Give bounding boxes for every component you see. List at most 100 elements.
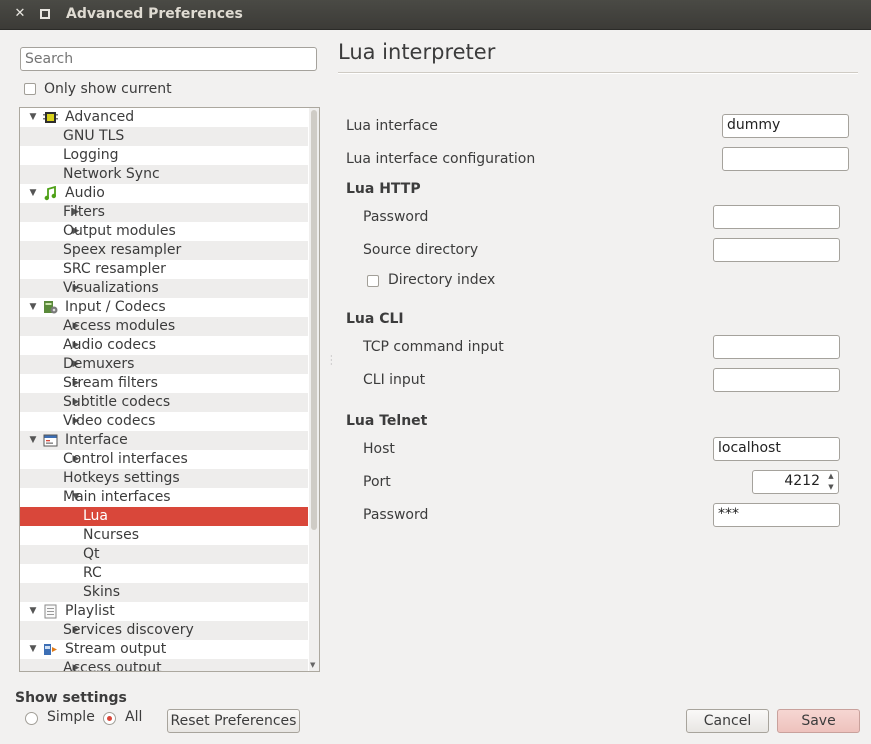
directory-index-checkbox[interactable] xyxy=(367,275,379,287)
category-tree[interactable]: ▼ Advanced GNU TLS Logging Network Sync ▼ Audi… xyxy=(19,107,320,672)
cli-input-field[interactable] xyxy=(713,368,840,392)
tree-item[interactable]: GNU TLS xyxy=(20,127,308,146)
lua-interface-field[interactable]: dummy xyxy=(722,114,849,138)
expanded-arrow-icon[interactable]: ▼ xyxy=(28,602,38,621)
tree-item-label: Stream filters xyxy=(63,375,158,391)
tree-item[interactable]: Qt xyxy=(20,545,308,564)
directory-index-label: Directory index xyxy=(388,272,496,288)
tree-item[interactable]: ▶ Filters xyxy=(20,203,308,222)
tree-item-label: Network Sync xyxy=(63,166,160,182)
telnet-password-field[interactable]: *** xyxy=(713,503,840,527)
tree-item[interactable]: ▶ Video codecs xyxy=(20,412,308,431)
expanded-arrow-icon[interactable]: ▼ xyxy=(28,108,38,127)
source-directory-label: Source directory xyxy=(363,242,479,258)
scroll-down-icon[interactable]: ▼ xyxy=(310,661,315,669)
http-password-field[interactable] xyxy=(713,205,840,229)
tree-item-label: Interface xyxy=(65,432,128,448)
tree-item[interactable]: ▶ Access output xyxy=(20,659,308,671)
tree-item-label: Skins xyxy=(83,584,121,600)
tcp-command-input-field[interactable] xyxy=(713,335,840,359)
tree-item[interactable]: ▶ Stream filters xyxy=(20,374,308,393)
tree-item-label: GNU TLS xyxy=(63,128,125,144)
tree-item[interactable]: ▶ Services discovery xyxy=(20,621,308,640)
lua-http-group-title: Lua HTTP xyxy=(346,181,421,197)
telnet-password-label: Password xyxy=(363,507,429,523)
tree-item[interactable]: ▼ Audio xyxy=(20,184,308,203)
tree-item[interactable]: ▶ Subtitle codecs xyxy=(20,393,308,412)
only-show-current-checkbox[interactable] xyxy=(24,83,36,95)
tree-item-label: Hotkeys settings xyxy=(63,470,180,486)
tree-item-label: Demuxers xyxy=(63,356,135,372)
expanded-arrow-icon[interactable]: ▼ xyxy=(28,298,38,317)
tree-item-label: Access modules xyxy=(63,318,176,334)
tree-item[interactable]: ▼ Stream output xyxy=(20,640,308,659)
tree-item-label: RC xyxy=(83,565,102,581)
tree-item[interactable]: Lua xyxy=(20,507,308,526)
tree-item[interactable]: ▶ Access modules xyxy=(20,317,308,336)
port-label: Port xyxy=(363,474,391,490)
all-radio[interactable] xyxy=(103,712,116,725)
page-title: Lua interpreter xyxy=(338,40,496,64)
tree-item[interactable]: ▶ Output modules xyxy=(20,222,308,241)
save-button[interactable]: Save xyxy=(777,709,860,733)
tree-item-label: Visualizations xyxy=(63,280,159,296)
chip-icon xyxy=(43,110,58,125)
tree-item-label: Advanced xyxy=(65,109,135,125)
tree-scrollbar-thumb[interactable] xyxy=(311,110,317,530)
tree-item[interactable]: ▼ Main interfaces xyxy=(20,488,308,507)
tree-item[interactable]: ▼ Input / Codecs xyxy=(20,298,308,317)
tree-item-label: Output modules xyxy=(63,223,176,239)
spin-arrows-icon[interactable]: ▲ ▼ xyxy=(825,471,837,493)
title-divider xyxy=(338,72,858,74)
tree-scrollbar[interactable]: ▼ xyxy=(309,108,319,671)
simple-label: Simple xyxy=(47,709,95,725)
tree-item-label: Video codecs xyxy=(63,413,156,429)
tree-item[interactable]: ▶ Visualizations xyxy=(20,279,308,298)
tree-item[interactable]: RC xyxy=(20,564,308,583)
cancel-button[interactable]: Cancel xyxy=(686,709,769,733)
tree-item[interactable]: Ncurses xyxy=(20,526,308,545)
tree-item-label: Logging xyxy=(63,147,119,163)
splitter-handle[interactable]: · · · xyxy=(330,353,333,369)
tree-item-label: Speex resampler xyxy=(63,242,182,258)
tree-item[interactable]: ▶ Control interfaces xyxy=(20,450,308,469)
search-input[interactable] xyxy=(20,47,317,71)
source-directory-field[interactable] xyxy=(713,238,840,262)
tree-item[interactable]: ▼ Interface xyxy=(20,431,308,450)
tree-item[interactable]: ▼ Playlist xyxy=(20,602,308,621)
window-title: Advanced Preferences xyxy=(66,6,243,22)
tree-item[interactable]: Network Sync xyxy=(20,165,308,184)
playlist-icon xyxy=(43,604,58,619)
tree-item[interactable]: ▼ Advanced xyxy=(20,108,308,127)
tree-item-label: Services discovery xyxy=(63,622,194,638)
simple-radio[interactable] xyxy=(25,712,38,725)
tree-item[interactable]: Hotkeys settings xyxy=(20,469,308,488)
codec-icon xyxy=(43,300,58,315)
port-spinbox[interactable]: 4212 ▲ ▼ xyxy=(752,470,839,494)
tree-item-label: Main interfaces xyxy=(63,489,171,505)
tree-item-label: Subtitle codecs xyxy=(63,394,171,410)
expanded-arrow-icon[interactable]: ▼ xyxy=(28,184,38,203)
tree-item-label: Filters xyxy=(63,204,105,220)
lua-interface-config-field[interactable] xyxy=(722,147,849,171)
stream-output-icon xyxy=(43,642,58,657)
tree-item[interactable]: SRC resampler xyxy=(20,260,308,279)
tree-item[interactable]: ▶ Audio codecs xyxy=(20,336,308,355)
expanded-arrow-icon[interactable]: ▼ xyxy=(28,640,38,659)
tree-item-label: Control interfaces xyxy=(63,451,188,467)
maximize-icon[interactable] xyxy=(38,7,52,21)
title-bar: ✕ Advanced Preferences xyxy=(0,0,871,30)
tree-item[interactable]: Logging xyxy=(20,146,308,165)
close-icon[interactable]: ✕ xyxy=(13,7,27,21)
interface-icon xyxy=(43,433,58,448)
host-field[interactable]: localhost xyxy=(713,437,840,461)
tree-item[interactable]: ▶ Demuxers xyxy=(20,355,308,374)
lua-interface-label: Lua interface xyxy=(346,118,438,134)
reset-preferences-button[interactable]: Reset Preferences xyxy=(167,709,300,733)
tree-item-label: Audio xyxy=(65,185,105,201)
tree-item[interactable]: Skins xyxy=(20,583,308,602)
tree-item[interactable]: Speex resampler xyxy=(20,241,308,260)
lua-telnet-group-title: Lua Telnet xyxy=(346,413,428,429)
tree-item-label: Playlist xyxy=(65,603,115,619)
expanded-arrow-icon[interactable]: ▼ xyxy=(28,431,38,450)
